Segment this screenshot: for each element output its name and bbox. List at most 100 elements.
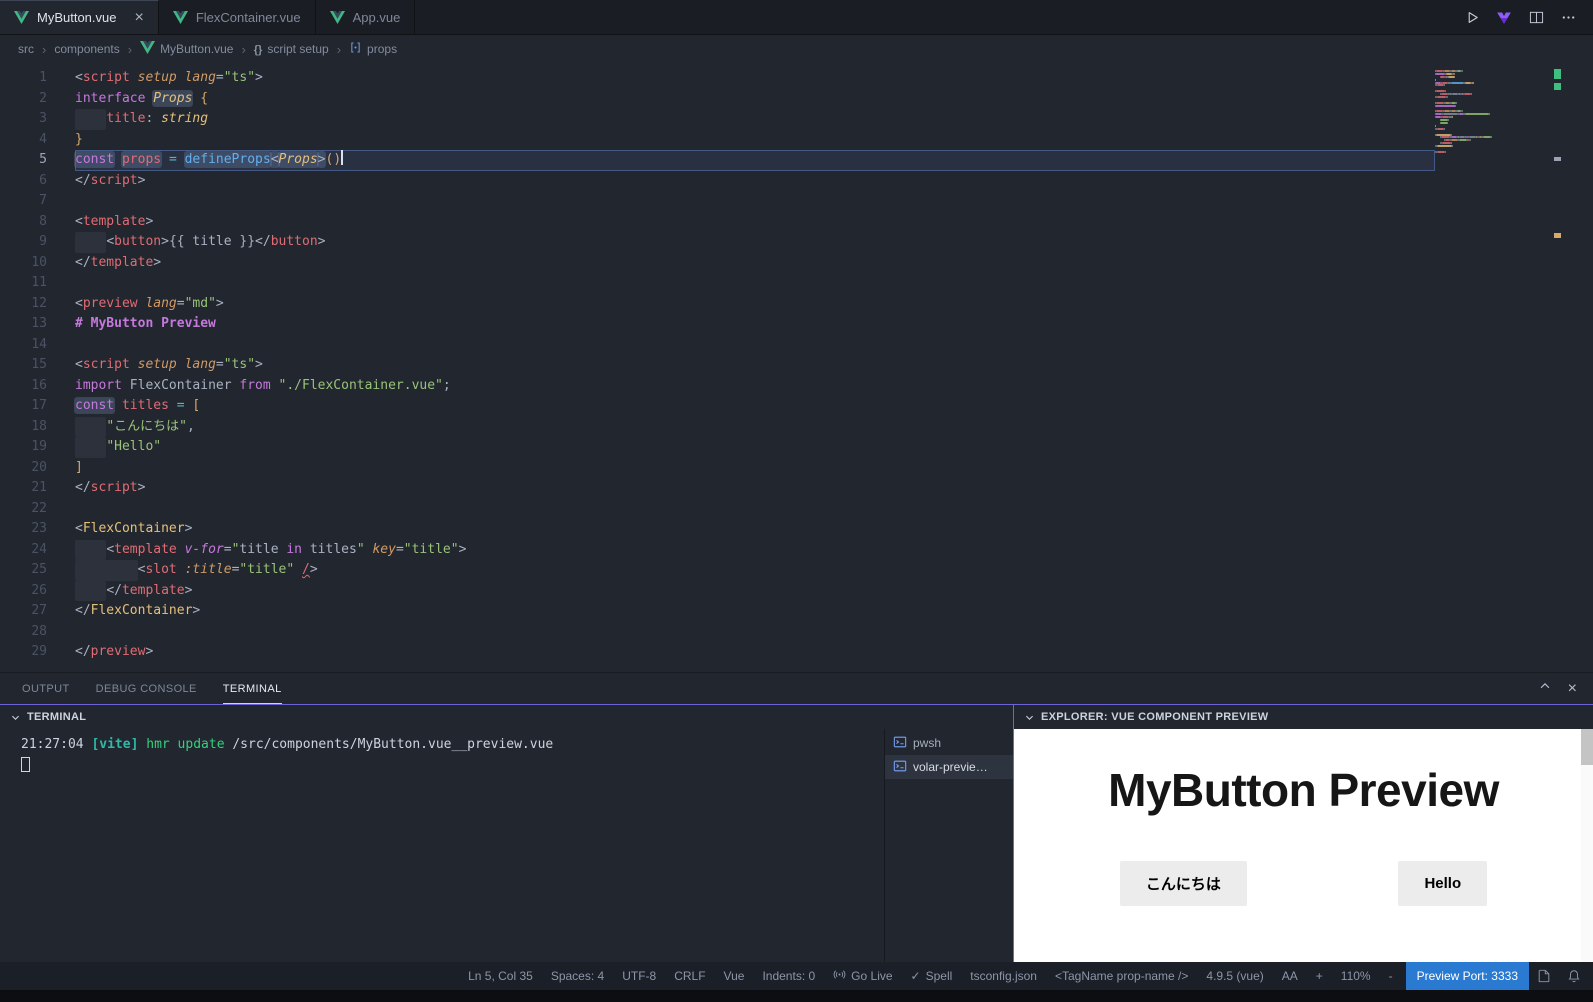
tab-strip: MyButton.vue × FlexContainer.vue App.vue — [0, 0, 416, 34]
status-item[interactable]: Indents: 0 — [753, 962, 824, 990]
terminal-header[interactable]: TERMINAL — [0, 705, 1013, 729]
status-item[interactable]: ✓ Spell — [902, 962, 962, 990]
code-line[interactable]: 11 — [0, 273, 1593, 294]
preview-button[interactable]: こんにちは — [1119, 861, 1247, 906]
preview-file-icon[interactable] — [1529, 962, 1559, 990]
code-line[interactable]: 19 "Hello" — [0, 437, 1593, 458]
breadcrumb-item[interactable]: components — [54, 42, 119, 56]
code-line[interactable]: 8 <template> — [0, 212, 1593, 233]
code-line[interactable]: 15 <script setup lang="ts"> — [0, 355, 1593, 376]
line-number: 11 — [31, 275, 47, 290]
breadcrumb-label: src — [18, 42, 34, 56]
status-item[interactable]: <TagName prop-name /> — [1046, 962, 1197, 990]
code-line[interactable]: 28 — [0, 622, 1593, 643]
code-line[interactable]: 4} — [0, 130, 1593, 151]
code-line[interactable]: 23 <FlexContainer> — [0, 519, 1593, 540]
shell-label: pwsh — [913, 736, 942, 750]
editor-tab[interactable]: MyButton.vue × — [0, 0, 159, 34]
line-number: 27 — [31, 603, 47, 618]
code-line[interactable]: 16 import FlexContainer from "./FlexConta… — [0, 376, 1593, 397]
split-editor-button[interactable] — [1523, 4, 1549, 30]
code-line[interactable]: 29 </preview> — [0, 642, 1593, 663]
panel-tab[interactable]: DEBUG CONSOLE — [96, 673, 197, 704]
code-line-content: "こんにちは", — [75, 416, 1435, 437]
code-line[interactable]: 10 </template> — [0, 253, 1593, 274]
code-line[interactable]: 17 const titles = [ — [0, 396, 1593, 417]
code-line[interactable]: 7 — [0, 191, 1593, 212]
code-line[interactable]: 22 — [0, 499, 1593, 520]
code-area: 1 <script setup lang="ts"> 2 interface Prop… — [0, 68, 1593, 663]
preview-scrollbar-thumb[interactable] — [1581, 729, 1593, 765]
breadcrumb-item[interactable]: props — [349, 41, 397, 57]
status-item[interactable]: - — [1380, 962, 1402, 990]
code-line[interactable]: 18 "こんにちは", — [0, 416, 1593, 437]
breadcrumb-item[interactable]: MyButton.vue — [140, 41, 233, 57]
editor-tab[interactable]: App.vue — [316, 0, 416, 34]
code-line[interactable]: 3 title: string — [0, 109, 1593, 130]
code-line[interactable]: 13 # MyButton Preview — [0, 314, 1593, 335]
line-number: 4 — [39, 131, 47, 147]
code-line[interactable]: 27 </FlexContainer> — [0, 601, 1593, 622]
code-line-content: <button>{{ title }}</button> — [75, 232, 1435, 253]
code-line-content: </script> — [75, 480, 146, 495]
preview-scrollbar[interactable] — [1581, 729, 1593, 962]
breadcrumb-item[interactable]: src — [18, 42, 34, 56]
breadcrumb-label: components — [54, 42, 120, 56]
status-item-label: <TagName prop-name /> — [1054, 969, 1189, 983]
status-item-label: 4.9.5 (vue) — [1206, 969, 1264, 983]
panel-maximize-icon[interactable] — [1538, 679, 1552, 698]
status-item[interactable]: UTF-8 — [613, 962, 665, 990]
status-item[interactable]: CRLF — [665, 962, 714, 990]
panel-tab[interactable]: OUTPUT — [22, 673, 70, 704]
panel-close-icon[interactable]: × — [1568, 680, 1577, 698]
status-item[interactable]: Preview Port: 3333 — [1405, 962, 1529, 990]
status-item-label: Spaces: 4 — [550, 969, 605, 983]
status-item[interactable]: AA — [1273, 962, 1307, 990]
code-line-content: interface Props { — [75, 90, 209, 106]
run-button[interactable] — [1459, 4, 1485, 30]
status-item[interactable]: tsconfig.json — [961, 962, 1046, 990]
code-line[interactable]: 6 </script> — [0, 171, 1593, 192]
code-line[interactable]: 9 <button>{{ title }}</button> — [0, 232, 1593, 253]
code-line[interactable]: 2 interface Props { — [0, 89, 1593, 110]
code-line[interactable]: 1 <script setup lang="ts"> — [0, 68, 1593, 89]
code-line[interactable]: 25 <slot :title="title" /> — [0, 560, 1593, 581]
check-icon: ✓ — [910, 969, 921, 983]
terminal-shell-list: pwsh volar-previe… — [884, 729, 1013, 962]
code-line[interactable]: 14 — [0, 335, 1593, 356]
minimap[interactable] — [1435, 70, 1511, 154]
code-line[interactable]: 20] — [0, 458, 1593, 479]
status-item[interactable]: Spaces: 4 — [542, 962, 613, 990]
code-line[interactable]: 26 </template> — [0, 580, 1593, 601]
terminal-output[interactable]: 21:27:04 [vite] hmr update /src/componen… — [0, 729, 884, 962]
preview-button[interactable]: Hello — [1398, 861, 1488, 906]
code-line-content: </preview> — [75, 644, 154, 659]
status-item[interactable]: Go Live — [824, 962, 901, 990]
preview-panel-header[interactable]: EXPLORER: VUE COMPONENT PREVIEW — [1014, 705, 1593, 729]
status-item[interactable]: Vue — [715, 962, 754, 990]
status-item[interactable]: 110% — [1332, 962, 1380, 990]
code-line[interactable]: 21 </script> — [0, 478, 1593, 499]
line-number: 12 — [31, 295, 47, 311]
code-line[interactable]: 12 <preview lang="md"> — [0, 294, 1593, 315]
terminal-shell-item[interactable]: pwsh — [885, 731, 1013, 755]
breadcrumb[interactable]: src › components › MyButton.vue › {} script set… — [0, 35, 1593, 63]
status-item[interactable]: Ln 5, Col 35 — [459, 962, 542, 990]
overview-ruler[interactable] — [1554, 63, 1561, 672]
status-item[interactable]: + — [1307, 962, 1332, 990]
tab-label: FlexContainer.vue — [195, 9, 301, 25]
volar-preview-button[interactable] — [1491, 4, 1517, 30]
editor-tab[interactable]: FlexContainer.vue — [159, 0, 316, 34]
notifications-icon[interactable] — [1559, 962, 1589, 990]
code-line[interactable]: 24 <template v-for="title in titles" key… — [0, 539, 1593, 560]
more-actions-button[interactable] — [1555, 4, 1581, 30]
status-item-label: tsconfig.json — [970, 969, 1037, 983]
breadcrumb-item[interactable]: {} script setup — [254, 42, 329, 56]
code-editor[interactable]: 1 <script setup lang="ts"> 2 interface Prop… — [0, 63, 1593, 672]
code-line-content: <template v-for="title in titles" key="t… — [75, 539, 1435, 560]
panel-tab[interactable]: TERMINAL — [223, 673, 282, 704]
terminal-shell-item[interactable]: volar-previe… — [885, 755, 1013, 779]
status-item[interactable]: 4.9.5 (vue) — [1197, 962, 1272, 990]
close-tab-icon[interactable]: × — [135, 9, 144, 26]
code-line[interactable]: 5 const props = defineProps<Props>() — [0, 150, 1593, 171]
